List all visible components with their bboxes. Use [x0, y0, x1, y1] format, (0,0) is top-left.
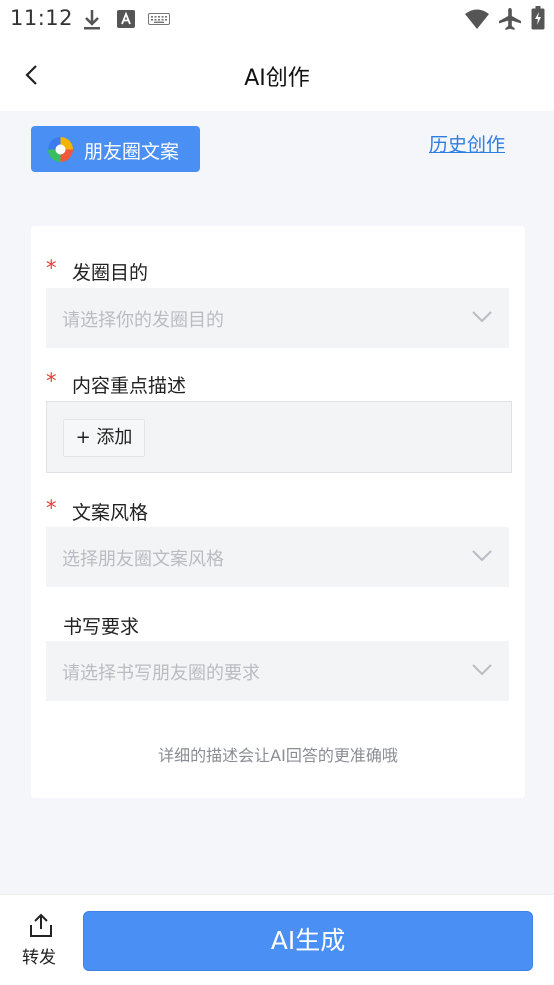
wifi-icon	[465, 9, 489, 29]
font-a-icon	[117, 10, 135, 28]
writing-requirement-select[interactable]: 请选择书写朋友圈的要求	[46, 641, 509, 701]
status-bar: 11:12	[0, 0, 554, 40]
add-content-button[interactable]: + 添加	[63, 419, 145, 457]
purpose-select[interactable]: 请选择你的发圈目的	[46, 288, 509, 348]
style-select[interactable]: 选择朋友圈文案风格	[46, 527, 509, 587]
creation-form: * 发圈目的 请选择你的发圈目的 * 内容重点描述 + 添加 * 文案风格 选择…	[31, 226, 525, 798]
required-mark: *	[46, 256, 57, 280]
chevron-down-icon	[472, 550, 492, 562]
moments-logo-icon	[48, 137, 73, 162]
chevron-down-icon	[472, 311, 492, 323]
status-time: 11:12	[10, 6, 74, 30]
download-icon	[84, 10, 100, 30]
battery-charging-icon	[531, 6, 545, 30]
bottom-bar: 转发 AI生成	[0, 894, 554, 985]
writing-requirement-placeholder: 请选择书写朋友圈的要求	[62, 663, 260, 684]
purpose-label: 发圈目的	[72, 262, 149, 284]
style-placeholder: 选择朋友圈文案风格	[62, 549, 224, 570]
share-button[interactable]: 转发	[16, 911, 68, 971]
share-label: 转发	[22, 948, 56, 968]
airplane-icon	[499, 8, 521, 30]
writing-requirement-label: 书写要求	[63, 616, 140, 638]
form-hint: 详细的描述会让AI回答的更准确哦	[158, 746, 398, 765]
copy-type-chip[interactable]: 朋友圈文案	[31, 126, 200, 172]
purpose-placeholder: 请选择你的发圈目的	[62, 310, 224, 331]
share-icon	[30, 913, 52, 937]
page-title: AI创作	[244, 66, 310, 91]
required-mark: *	[46, 496, 57, 520]
style-label: 文案风格	[72, 502, 149, 524]
required-mark: *	[46, 369, 57, 393]
content-focus-label: 内容重点描述	[72, 375, 187, 397]
history-creation-link[interactable]: 历史创作	[429, 130, 505, 157]
header: AI创作	[0, 40, 554, 111]
copy-type-label: 朋友圈文案	[84, 141, 180, 163]
ai-generate-button[interactable]: AI生成	[83, 911, 533, 971]
keyboard-icon	[148, 13, 170, 25]
content-focus-box: + 添加	[46, 401, 512, 473]
chevron-down-icon	[472, 664, 492, 676]
